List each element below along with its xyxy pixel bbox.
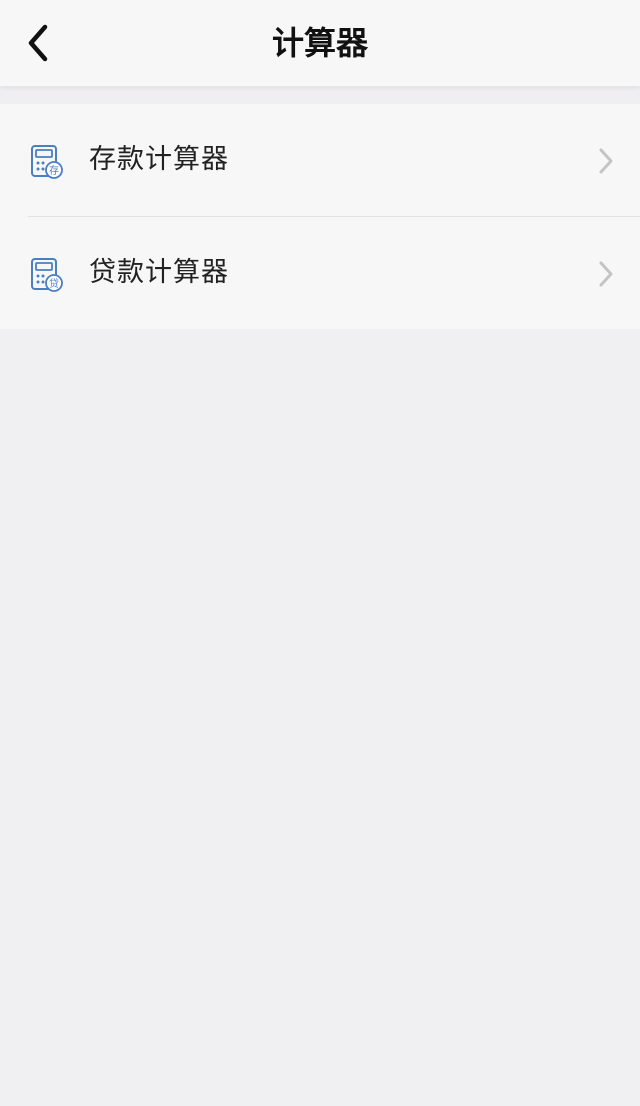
- chevron-left-icon: [28, 24, 48, 62]
- menu-item-label: 存款计算器: [89, 144, 229, 175]
- menu-item-loan-calculator[interactable]: 贷 贷款计算器: [0, 217, 640, 329]
- calculator-deposit-icon: 存: [31, 145, 63, 179]
- back-button[interactable]: [14, 18, 62, 68]
- menu-item-label: 贷款计算器: [89, 257, 229, 288]
- nav-bar: 计算器: [0, 0, 640, 86]
- page-title: 计算器: [271, 24, 368, 62]
- chevron-right-icon: [599, 261, 613, 287]
- menu-item-deposit-calculator[interactable]: 存 存款计算器: [0, 104, 640, 216]
- calculator-deposit-icon-char: 存: [49, 164, 59, 177]
- calculator-menu-list: 存 存款计算器 贷 贷款计算器: [0, 104, 640, 329]
- chevron-right-icon: [599, 148, 613, 174]
- section-spacer: [0, 86, 640, 104]
- calculator-loan-icon-char: 贷: [49, 277, 59, 290]
- calculator-loan-icon: 贷: [31, 258, 63, 292]
